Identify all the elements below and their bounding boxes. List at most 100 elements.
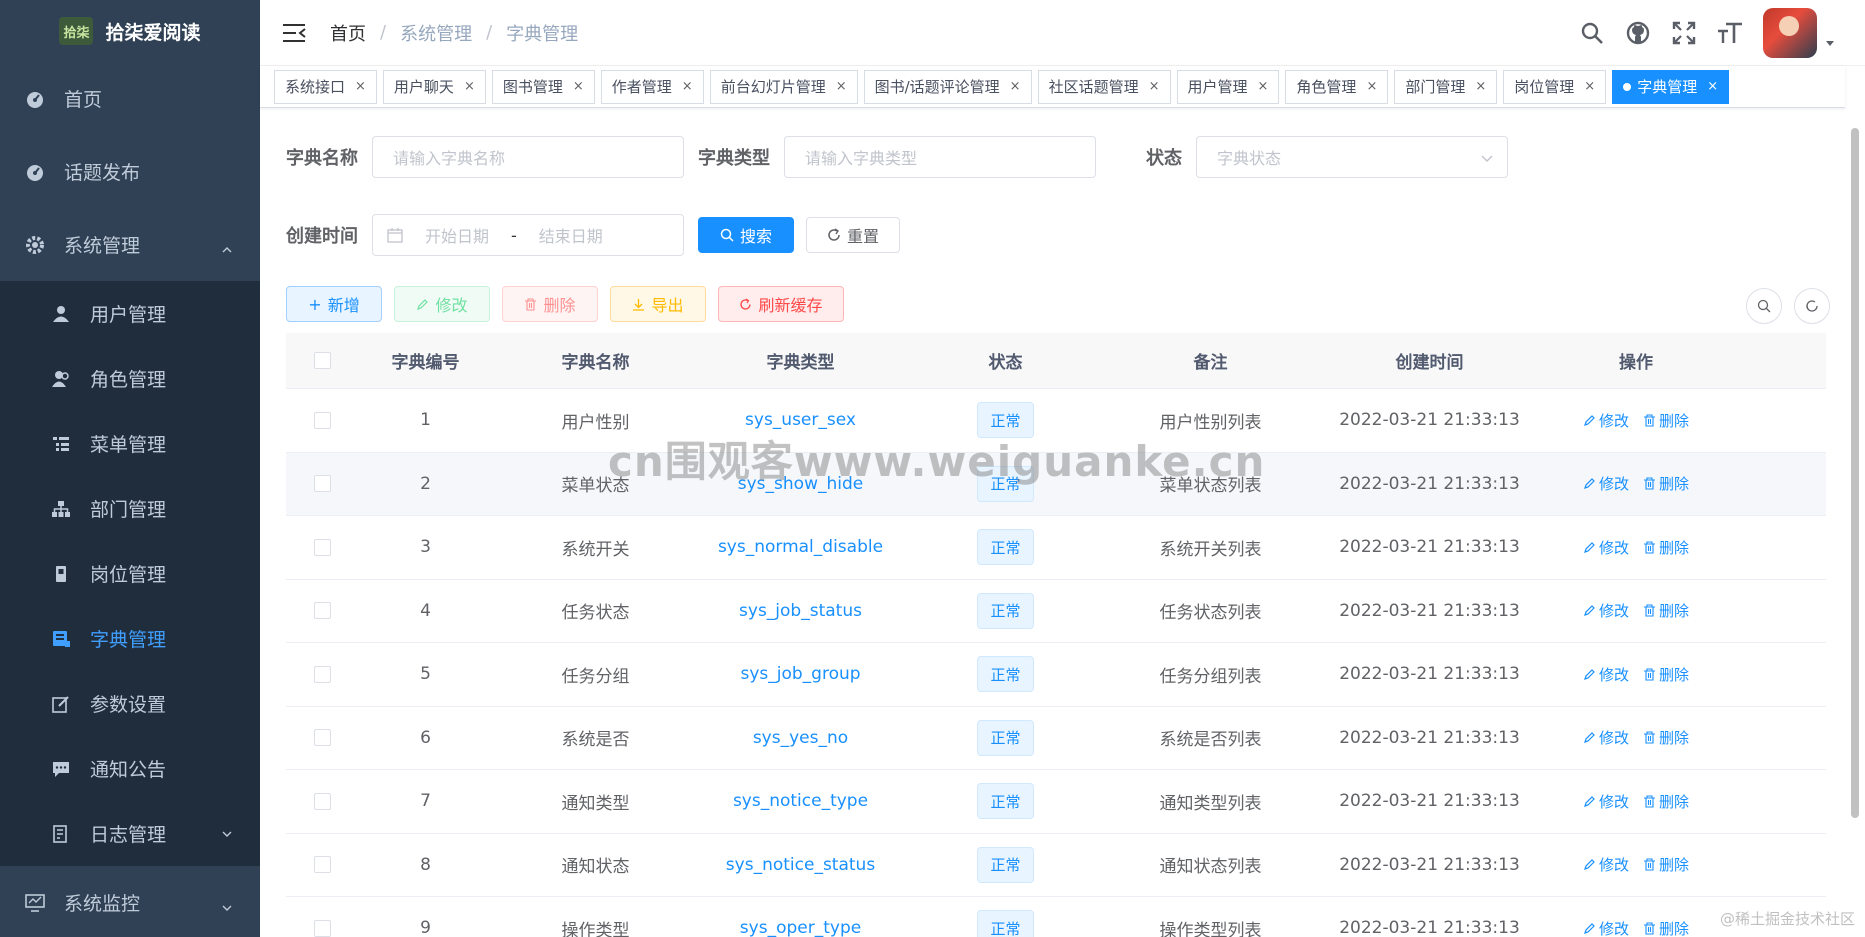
tag-api[interactable]: 系统接口 ×: [274, 69, 377, 104]
tag-authors[interactable]: 作者管理 ×: [600, 69, 704, 104]
select-all-checkbox[interactable]: [313, 352, 331, 369]
dict-type-link[interactable]: sys_job_status: [698, 601, 903, 621]
fullscreen-icon[interactable]: [1671, 20, 1697, 46]
export-button[interactable]: 导出: [610, 286, 706, 322]
sidebar-item-dict[interactable]: 字典管理: [0, 606, 260, 671]
dict-type-link[interactable]: sys_yes_no: [698, 728, 903, 748]
close-icon[interactable]: ×: [573, 79, 584, 94]
sidebar-item-post[interactable]: 岗位管理: [0, 541, 260, 606]
dict-type-link[interactable]: sys_user_sex: [698, 410, 903, 430]
table-row[interactable]: 1 用户性别 sys_user_sex 正常 用户性别列表 2022-03-21 21:3…: [286, 389, 1826, 453]
row-checkbox[interactable]: [313, 919, 331, 937]
sidebar-item-system[interactable]: 系统管理: [0, 208, 260, 281]
search-icon[interactable]: [1579, 20, 1605, 46]
edit-button[interactable]: 修改: [394, 286, 490, 322]
row-edit-button[interactable]: 修改: [1583, 410, 1629, 431]
table-row[interactable]: 6 系统是否 sys_yes_no 正常 系统是否列表 2022-03-21 21:33:…: [286, 707, 1826, 770]
font-size-icon[interactable]: [1717, 20, 1743, 46]
row-delete-button[interactable]: 删除: [1643, 537, 1689, 558]
close-icon[interactable]: ×: [836, 79, 847, 94]
dict-type-input[interactable]: 请输入字典类型: [784, 136, 1096, 178]
close-icon[interactable]: ×: [1010, 79, 1021, 94]
sidebar-item-menu[interactable]: 菜单管理: [0, 411, 260, 476]
tag-roles[interactable]: 角色管理 ×: [1285, 69, 1389, 104]
sidebar-item-home[interactable]: 首页: [0, 62, 260, 135]
tag-slides[interactable]: 前台幻灯片管理 ×: [709, 69, 858, 104]
row-checkbox[interactable]: [313, 602, 331, 620]
row-delete-button[interactable]: 删除: [1643, 410, 1689, 431]
row-edit-button[interactable]: 修改: [1583, 664, 1629, 685]
hamburger-icon[interactable]: [282, 23, 306, 43]
row-checkbox[interactable]: [313, 665, 331, 683]
sidebar-item-config[interactable]: 参数设置: [0, 671, 260, 736]
sidebar-item-topic-publish[interactable]: 话题发布: [0, 135, 260, 208]
row-delete-button[interactable]: 删除: [1643, 791, 1689, 812]
row-checkbox[interactable]: [313, 729, 331, 747]
sidebar-item-notice[interactable]: 通知公告: [0, 736, 260, 801]
row-delete-button[interactable]: 删除: [1643, 600, 1689, 621]
row-checkbox[interactable]: [313, 411, 331, 429]
tag-topics[interactable]: 社区话题管理 ×: [1037, 69, 1171, 104]
row-edit-button[interactable]: 修改: [1583, 537, 1629, 558]
row-delete-button[interactable]: 删除: [1643, 473, 1689, 494]
sidebar-item-monitor[interactable]: 系统监控: [0, 866, 260, 937]
row-edit-button[interactable]: 修改: [1583, 791, 1629, 812]
row-edit-button[interactable]: 修改: [1583, 854, 1629, 875]
sidebar-item-log[interactable]: 日志管理: [0, 801, 260, 866]
dict-type-link[interactable]: sys_notice_status: [698, 855, 903, 875]
row-edit-button[interactable]: 修改: [1583, 727, 1629, 748]
row-checkbox[interactable]: [313, 792, 331, 810]
close-icon[interactable]: ×: [1475, 79, 1486, 94]
search-button[interactable]: 搜索: [698, 217, 794, 253]
row-edit-button[interactable]: 修改: [1583, 918, 1629, 937]
table-row[interactable]: 3 系统开关 sys_normal_disable 正常 系统开关列表 2022-03-2…: [286, 516, 1826, 580]
row-delete-button[interactable]: 删除: [1643, 664, 1689, 685]
close-icon[interactable]: ×: [1258, 79, 1269, 94]
date-range-picker[interactable]: 开始日期 - 结束日期: [372, 214, 684, 256]
table-row[interactable]: 8 通知状态 sys_notice_status 正常 通知状态列表 2022-03-21…: [286, 834, 1826, 897]
tag-users[interactable]: 用户管理 ×: [1176, 69, 1280, 104]
row-delete-button[interactable]: 删除: [1643, 854, 1689, 875]
tag-dict-active[interactable]: 字典管理 ×: [1612, 69, 1730, 104]
page-scrollbar[interactable]: [1851, 128, 1859, 818]
row-checkbox[interactable]: [313, 475, 331, 493]
dict-type-link[interactable]: sys_notice_type: [698, 791, 903, 811]
status-select[interactable]: 字典状态: [1196, 136, 1508, 178]
tag-depts[interactable]: 部门管理 ×: [1394, 69, 1498, 104]
sidebar-item-dept[interactable]: 部门管理: [0, 476, 260, 541]
dict-type-link[interactable]: sys_oper_type: [698, 918, 903, 937]
add-button[interactable]: + 新增: [286, 286, 382, 322]
breadcrumb-home[interactable]: 首页: [330, 20, 366, 46]
dict-type-link[interactable]: sys_show_hide: [698, 474, 903, 494]
table-row[interactable]: 7 通知类型 sys_notice_type 正常 通知类型列表 2022-03-21 2…: [286, 770, 1826, 834]
row-delete-button[interactable]: 删除: [1643, 918, 1689, 937]
table-row[interactable]: 9 操作类型 sys_oper_type 正常 操作类型列表 2022-03-21 21:…: [286, 897, 1826, 937]
dict-type-link[interactable]: sys_normal_disable: [698, 537, 903, 557]
tag-comments[interactable]: 图书/话题评论管理 ×: [863, 69, 1032, 104]
refresh-cache-button[interactable]: 刷新缓存: [718, 286, 844, 322]
close-icon[interactable]: ×: [1366, 79, 1377, 94]
close-icon[interactable]: ×: [1707, 79, 1718, 94]
caret-down-icon[interactable]: [1825, 38, 1835, 48]
tag-posts[interactable]: 岗位管理 ×: [1503, 69, 1607, 104]
row-delete-button[interactable]: 删除: [1643, 727, 1689, 748]
sidebar-item-user[interactable]: 用户管理: [0, 281, 260, 346]
close-icon[interactable]: ×: [355, 79, 366, 94]
dict-type-link[interactable]: sys_job_group: [698, 664, 903, 684]
close-icon[interactable]: ×: [1149, 79, 1160, 94]
table-row[interactable]: 5 任务分组 sys_job_group 正常 任务分组列表 2022-03-21 21:…: [286, 643, 1826, 707]
delete-button[interactable]: 删除: [502, 286, 598, 322]
sidebar-item-role[interactable]: 角色管理: [0, 346, 260, 411]
close-icon[interactable]: ×: [682, 79, 693, 94]
github-icon[interactable]: [1625, 20, 1651, 46]
toggle-search-button[interactable]: [1746, 288, 1782, 324]
avatar[interactable]: [1763, 8, 1817, 58]
tag-chat[interactable]: 用户聊天 ×: [382, 69, 486, 104]
row-edit-button[interactable]: 修改: [1583, 600, 1629, 621]
table-row[interactable]: 2 菜单状态 sys_show_hide 正常 菜单状态列表 2022-03-21 21:…: [286, 452, 1826, 516]
reset-button[interactable]: 重置: [806, 217, 900, 253]
row-checkbox[interactable]: [313, 856, 331, 874]
dict-name-input[interactable]: 请输入字典名称: [372, 136, 684, 178]
refresh-table-button[interactable]: [1794, 288, 1830, 324]
close-icon[interactable]: ×: [464, 79, 475, 94]
